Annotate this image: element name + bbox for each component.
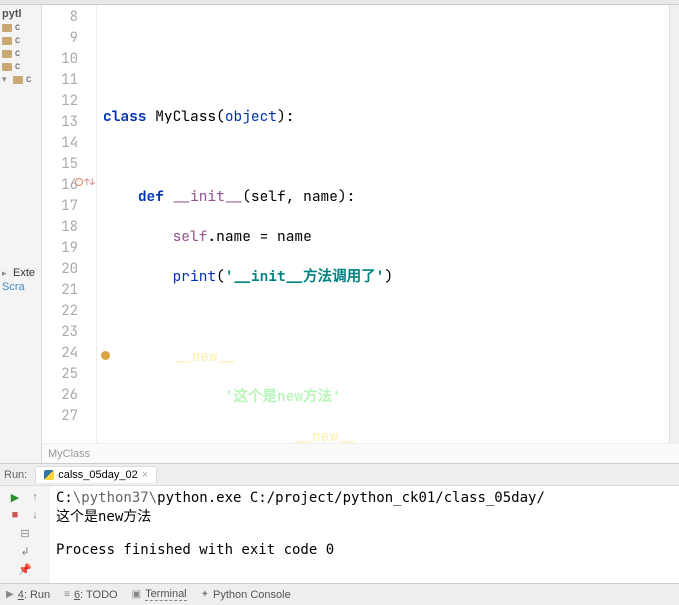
run-icon: ▶ <box>6 589 14 600</box>
down-icon[interactable]: ↓ <box>27 508 43 522</box>
layout-icon[interactable]: ⊟ <box>17 526 33 540</box>
line-number[interactable]: 23 <box>42 322 96 343</box>
run-tabs-bar: Run: calss_05day_02 × <box>0 464 679 486</box>
chevron-right-icon: ▸ <box>2 268 10 279</box>
console-output[interactable]: C:\python37\python.exe C:/project/python… <box>50 486 679 583</box>
code-line[interactable]: return object.__new__(cls) <box>97 426 669 443</box>
folder-icon <box>2 50 12 58</box>
line-number[interactable]: 9 <box>42 28 96 49</box>
line-gutter[interactable]: 8 9 10 11 12 13 14 15 16↑↓ 17 18 19 20 2… <box>42 5 97 443</box>
line-number[interactable]: 17 <box>42 196 96 217</box>
folder-icon <box>13 76 23 84</box>
folder-root-label: pytl <box>2 8 22 20</box>
editor-column: 8 9 10 11 12 13 14 15 16↑↓ 17 18 19 20 2… <box>42 5 679 463</box>
sidebar-external-libs[interactable]: ▸Exte <box>0 266 41 280</box>
sidebar-item-4[interactable]: ▾c <box>0 73 41 86</box>
run-controls: ▶ ↑ ■ ↓ ⊟ ↲ 📌 <box>0 486 50 583</box>
line-number[interactable]: 15 <box>42 154 96 175</box>
main-area: pytl c c c c ▾c ▸Exte Scra 8 9 10 11 12 … <box>0 5 679 463</box>
code-line[interactable]: print('__init__方法调用了') <box>97 266 669 287</box>
terminal-icon: ▣ <box>132 589 141 600</box>
code-text-area[interactable]: class MyClass(object): def __init__(self… <box>97 5 669 443</box>
sidebar-item-3[interactable]: c <box>0 60 41 73</box>
run-body: ▶ ↑ ■ ↓ ⊟ ↲ 📌 C:\python37\python.exe C:/… <box>0 486 679 583</box>
code-line[interactable]: self.name = name <box>97 226 669 247</box>
run-tool-window: Run: calss_05day_02 × ▶ ↑ ■ ↓ ⊟ ↲ 📌 C:\p… <box>0 463 679 583</box>
folder-icon <box>2 24 12 32</box>
line-number[interactable]: 20 <box>42 259 96 280</box>
breadcrumb-bar[interactable]: MyClass <box>42 443 679 463</box>
code-line[interactable] <box>97 306 669 327</box>
code-line[interactable] <box>97 66 669 87</box>
sidebar-spacer <box>0 86 41 266</box>
code-editor[interactable]: 8 9 10 11 12 13 14 15 16↑↓ 17 18 19 20 2… <box>42 5 679 443</box>
todo-icon: ≡ <box>64 589 70 600</box>
run-tab-label: calss_05day_02 <box>58 469 138 481</box>
line-number[interactable]: 21 <box>42 280 96 301</box>
stop-icon[interactable]: ■ <box>7 508 23 522</box>
override-marker-icon[interactable]: ↑↓ <box>75 178 95 186</box>
pin-icon[interactable]: 📌 <box>17 562 33 576</box>
sidebar-scratches[interactable]: Scra <box>0 280 41 294</box>
run-label: Run: <box>4 469 27 481</box>
python-icon <box>44 470 54 480</box>
close-icon[interactable]: × <box>142 469 148 481</box>
chevron-down-icon: ▾ <box>2 74 10 85</box>
status-terminal[interactable]: ▣Terminal <box>132 588 187 601</box>
sidebar-item-2[interactable]: c <box>0 47 41 60</box>
line-number[interactable]: 10 <box>42 49 96 70</box>
status-run[interactable]: ▶4: 4: RunRun <box>6 589 50 601</box>
line-number[interactable]: 8 <box>42 7 96 28</box>
code-line[interactable] <box>97 26 669 47</box>
line-number[interactable]: 11 <box>42 70 96 91</box>
wrap-icon[interactable]: ↲ <box>17 544 33 558</box>
code-line[interactable]: def __new__(cls, *args, **kwargs): <box>97 346 669 367</box>
breadcrumb-label: MyClass <box>48 448 90 460</box>
rerun-icon[interactable]: ▶ <box>7 490 23 504</box>
project-root[interactable]: pytl <box>0 7 41 21</box>
line-number[interactable]: 19 <box>42 238 96 259</box>
status-todo[interactable]: ≡6: TODO6: TODO <box>64 589 117 601</box>
line-number[interactable]: 16↑↓ <box>42 175 96 196</box>
up-icon[interactable]: ↑ <box>27 490 43 504</box>
status-bar: ▶4: 4: RunRun ≡6: TODO6: TODO ▣Terminal … <box>0 583 679 605</box>
editor-right-gutter[interactable] <box>669 5 679 443</box>
code-line[interactable]: def __init__(self, name): <box>97 186 669 207</box>
line-number[interactable]: 25 <box>42 364 96 385</box>
breakpoint-icon[interactable] <box>101 351 110 360</box>
run-config-tab[interactable]: calss_05day_02 × <box>35 466 157 483</box>
code-line[interactable]: print('这个是new方法') <box>97 386 669 407</box>
line-number[interactable]: 22 <box>42 301 96 322</box>
line-number[interactable]: 14 <box>42 133 96 154</box>
project-sidebar[interactable]: pytl c c c c ▾c ▸Exte Scra <box>0 5 42 463</box>
status-python-console[interactable]: ✦Python Console <box>201 589 291 601</box>
line-number[interactable]: 27 <box>42 406 96 427</box>
folder-icon <box>2 63 12 71</box>
sidebar-item-0[interactable]: c <box>0 21 41 34</box>
python-console-icon: ✦ <box>201 589 209 600</box>
code-line[interactable] <box>97 146 669 167</box>
line-number[interactable]: 26 <box>42 385 96 406</box>
line-number[interactable]: 24 <box>42 343 96 364</box>
line-number[interactable]: 12 <box>42 91 96 112</box>
folder-icon <box>2 37 12 45</box>
line-number[interactable]: 13 <box>42 112 96 133</box>
line-number[interactable]: 18 <box>42 217 96 238</box>
code-line[interactable]: class MyClass(object): <box>97 106 669 127</box>
sidebar-item-1[interactable]: c <box>0 34 41 47</box>
